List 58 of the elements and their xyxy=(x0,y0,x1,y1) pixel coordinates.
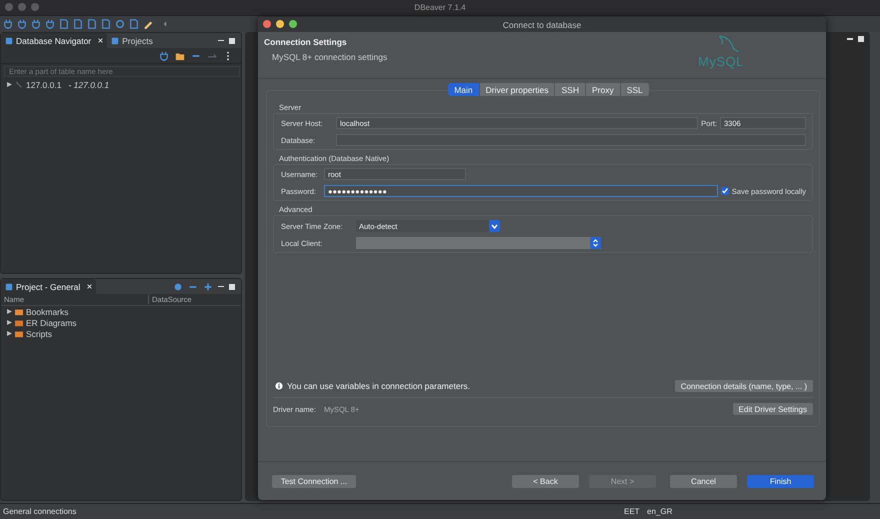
folder-icon[interactable] xyxy=(175,50,185,60)
dialog-heading: Connection Settings xyxy=(264,37,348,47)
dialog-button[interactable]: Finish xyxy=(747,474,814,488)
dialog-button[interactable]: Test Connection ... xyxy=(272,474,356,488)
maximize-icon[interactable] xyxy=(229,284,235,290)
checkbox[interactable] xyxy=(720,187,729,195)
panel-icon xyxy=(5,282,13,290)
maximize-icon[interactable] xyxy=(229,38,235,44)
tab[interactable]: SSH xyxy=(555,83,586,96)
tab[interactable]: SSL xyxy=(620,83,650,96)
zoom-dot[interactable] xyxy=(289,20,297,28)
plug-icon[interactable] xyxy=(17,19,27,29)
document-icon[interactable] xyxy=(129,19,139,29)
dialog-button[interactable]: Cancel xyxy=(670,474,737,488)
close-dot[interactable] xyxy=(5,3,13,11)
tab[interactable]: Main xyxy=(448,83,480,96)
plug-icon[interactable] xyxy=(45,19,55,29)
expand-icon[interactable] xyxy=(7,82,12,87)
locale-indicator: en_GR xyxy=(646,507,674,516)
plug-icon[interactable] xyxy=(31,19,41,29)
tab[interactable]: Proxy xyxy=(586,83,621,96)
status-text: General connections xyxy=(3,507,76,516)
pen-icon[interactable] xyxy=(143,19,153,29)
tree-item[interactable]: ER Diagrams xyxy=(1,317,241,328)
plug-icon[interactable] xyxy=(3,19,13,29)
tab[interactable]: Driver properties xyxy=(480,83,556,96)
info-text: You can use variables in connection parameters. xyxy=(287,381,470,391)
plus-icon[interactable] xyxy=(203,282,213,292)
connection-icon xyxy=(15,80,23,88)
logo: MySQL xyxy=(698,54,744,69)
dialog-title: Connect to database xyxy=(502,20,582,30)
connection-details-button[interactable]: Connection details (name, type, ... ) xyxy=(674,380,813,392)
info-icon xyxy=(275,382,283,390)
tree-item[interactable]: 127.0.0.1 - 127.0.0.1 xyxy=(1,79,241,90)
close-dot[interactable] xyxy=(263,20,271,28)
minimize-dot[interactable] xyxy=(18,3,26,11)
timezone-indicator: EET xyxy=(624,507,641,516)
dialog-button[interactable]: < Back xyxy=(512,474,579,488)
tree-item[interactable]: Bookmarks xyxy=(1,306,241,317)
panel-icon xyxy=(111,36,120,44)
close-icon[interactable] xyxy=(98,38,104,43)
zoom-dot[interactable] xyxy=(31,3,39,11)
close-icon[interactable] xyxy=(87,284,92,289)
minimize-icon[interactable] xyxy=(218,40,224,42)
tree-item[interactable]: Scripts xyxy=(1,328,241,339)
dialog-subtitle: MySQL 8+ connection settings xyxy=(272,52,388,62)
expand-icon[interactable] xyxy=(7,309,12,314)
expand-icon[interactable] xyxy=(7,320,12,325)
minimize-icon[interactable] xyxy=(218,286,224,288)
window-title: DBeaver 7.1.4 xyxy=(414,3,466,12)
panel-icon xyxy=(5,36,13,44)
plug-icon[interactable] xyxy=(159,50,169,60)
panel-tab[interactable]: Projects xyxy=(107,33,157,48)
panel-tab[interactable]: Project - General xyxy=(1,279,96,294)
edit-driver-button[interactable]: Edit Driver Settings xyxy=(732,403,813,415)
panel-tab[interactable]: Database Navigator xyxy=(1,33,108,48)
expand-icon[interactable] xyxy=(7,331,12,336)
minimize-dot[interactable] xyxy=(276,20,284,28)
